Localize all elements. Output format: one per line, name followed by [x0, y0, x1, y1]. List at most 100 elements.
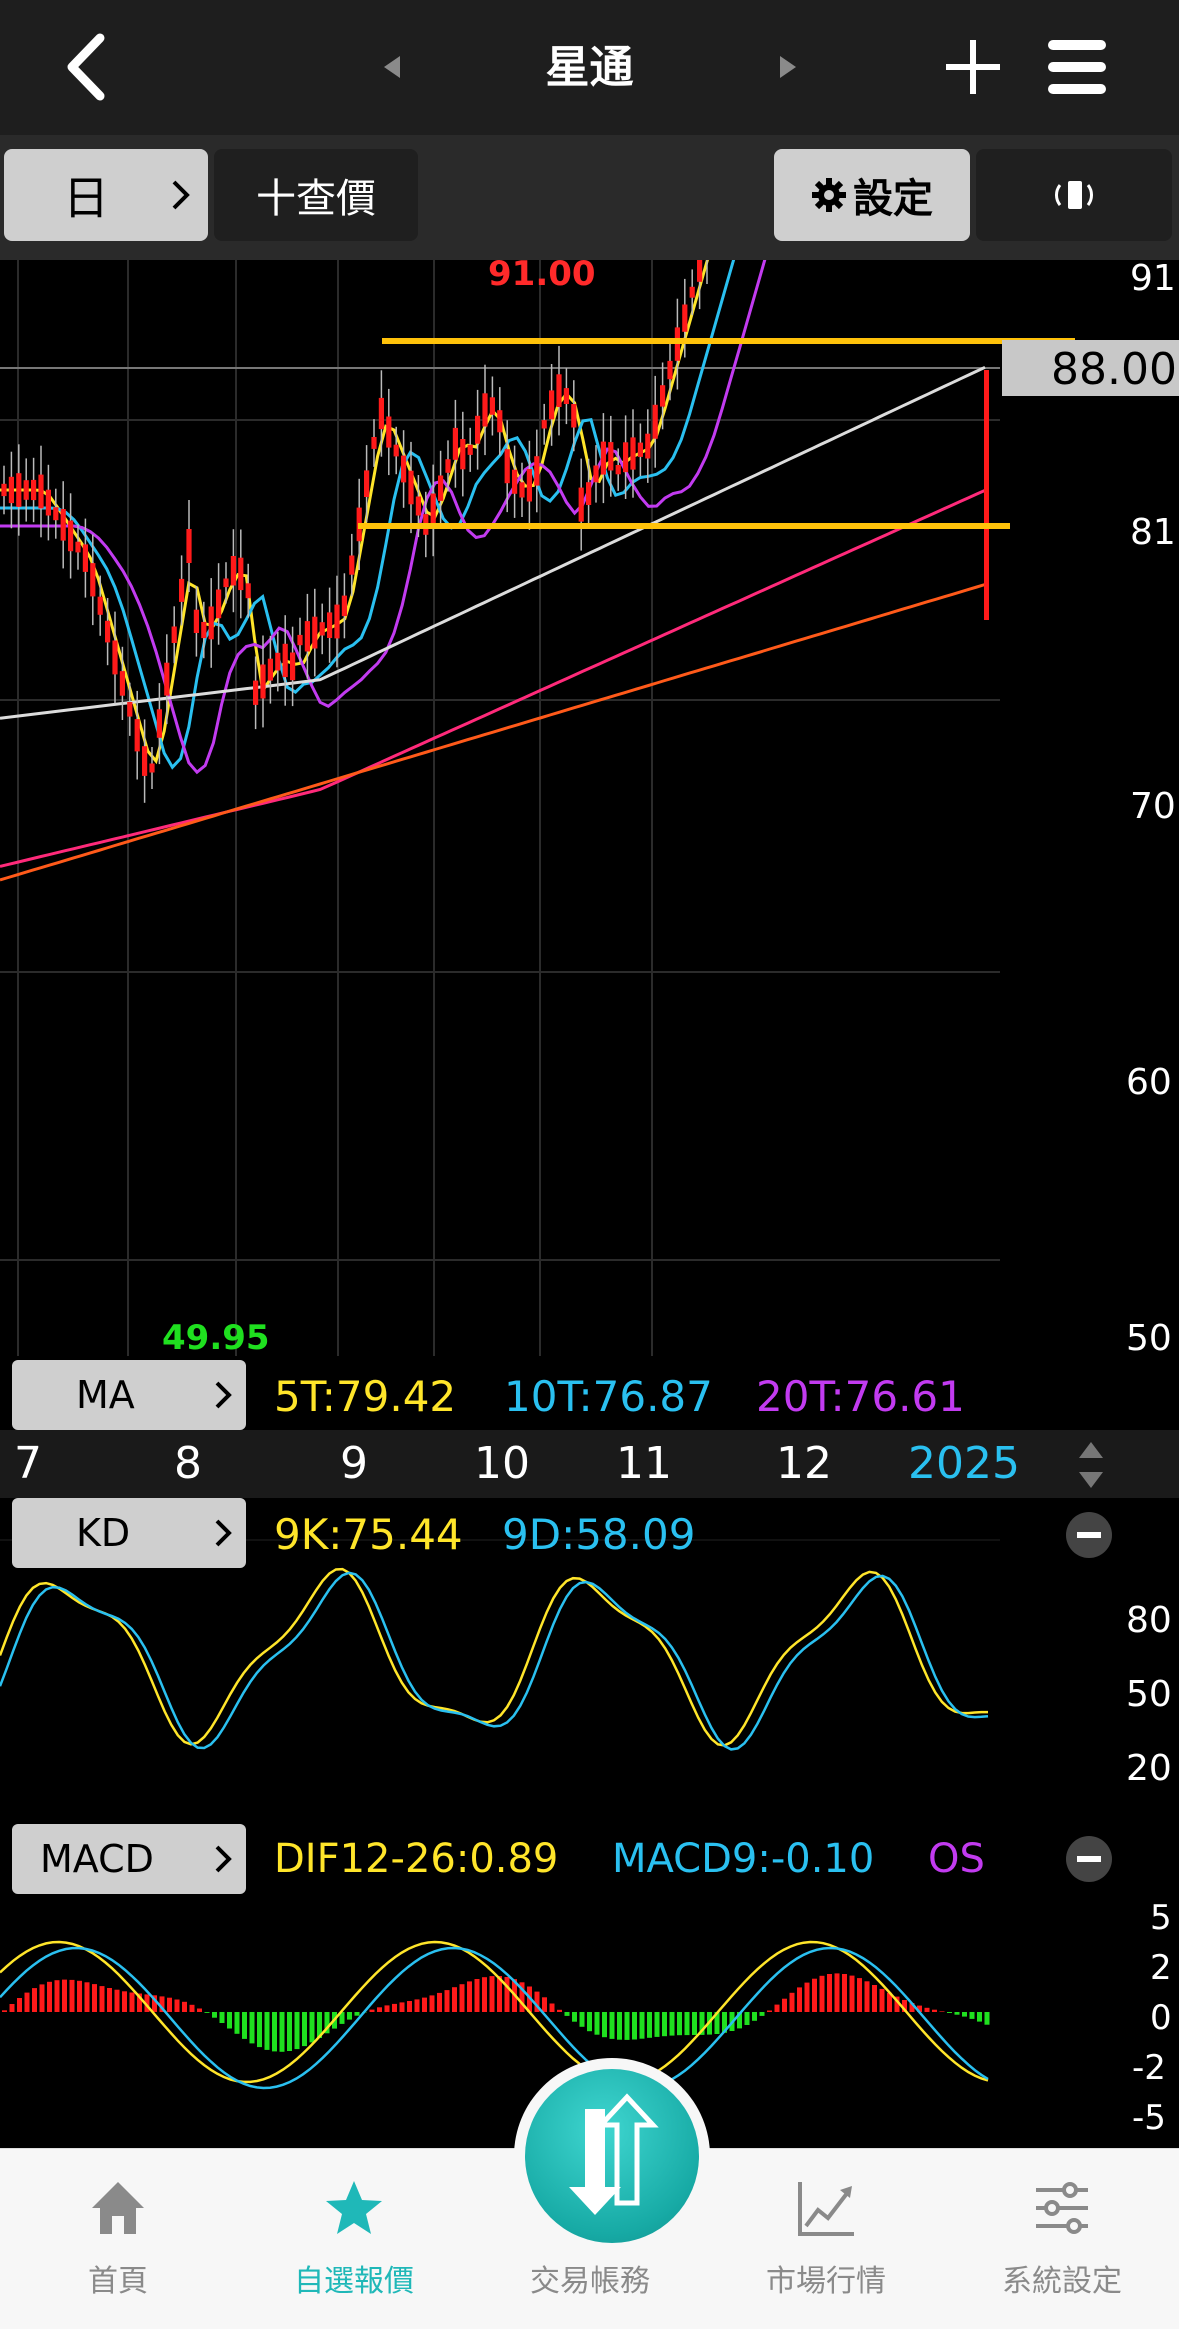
candle-body	[216, 590, 221, 619]
candle-body	[431, 494, 436, 528]
macd-histogram-bar	[955, 2012, 960, 2015]
candle-body	[408, 471, 413, 505]
candle-body	[283, 644, 288, 677]
macd-collapse-button[interactable]	[1066, 1836, 1112, 1882]
updown-arrows-icon	[1076, 1440, 1106, 1490]
candle-body	[653, 405, 658, 439]
macd-histogram-bar	[625, 2012, 630, 2040]
candle-body	[290, 653, 295, 681]
candle-body	[268, 659, 273, 681]
macd-histogram-bar	[2, 2010, 7, 2012]
candle-body	[571, 404, 576, 428]
macd-histogram-bar	[610, 2012, 615, 2039]
add-button[interactable]	[942, 36, 1004, 98]
rotate-button[interactable]	[976, 149, 1172, 241]
menu-button[interactable]	[1046, 36, 1108, 98]
macd-histogram-bar	[970, 2012, 975, 2019]
candle-body	[660, 385, 665, 406]
candle-body	[157, 709, 162, 738]
macd-histogram-bar	[205, 2012, 210, 2013]
tab-market[interactable]: 市場行情	[708, 2148, 944, 2328]
candle-body	[638, 443, 643, 457]
quote-button[interactable]: 十查價	[214, 149, 418, 241]
macd-histogram-bar	[197, 2009, 202, 2013]
k-value: 9K:75.44	[274, 1510, 463, 1559]
candle-body	[223, 579, 228, 588]
macd-histogram-bar	[422, 1998, 427, 2012]
star-icon	[324, 2178, 384, 2238]
tab-watchlist[interactable]: 自選報價	[236, 2148, 472, 2328]
macd-histogram-bar	[872, 1985, 877, 2012]
candle-body	[379, 398, 384, 429]
period-label: 日	[63, 162, 109, 228]
trade-fab-button[interactable]	[525, 2069, 699, 2243]
scroll-handle[interactable]	[1076, 1440, 1106, 1490]
macd-histogram-bar	[662, 2012, 667, 2036]
macd-histogram-bar	[850, 1976, 855, 2012]
tab-settings[interactable]: 系統設定	[944, 2148, 1179, 2328]
tab-label: 系統設定	[944, 2256, 1179, 2300]
macd-histogram-bar	[797, 1987, 802, 2012]
macd-histogram-bar	[385, 2005, 390, 2012]
macd-histogram-bar	[692, 2012, 697, 2035]
d-value: 9D:58.09	[502, 1510, 695, 1559]
macd-histogram-bar	[647, 2012, 652, 2038]
candle-body	[416, 497, 421, 516]
moving-average-lines	[0, 260, 985, 880]
ma-selector[interactable]: MA	[12, 1360, 246, 1430]
tab-home[interactable]: 首頁	[0, 2148, 236, 2328]
next-stock-button[interactable]	[772, 52, 802, 82]
candle-body	[112, 641, 117, 675]
market-chart-icon	[796, 2178, 856, 2238]
macd-histogram-bar	[565, 2012, 570, 2016]
macd-histogram-bar	[805, 1983, 810, 2012]
triangle-right-icon	[772, 52, 802, 82]
candle-body	[482, 393, 487, 426]
time-axis-label: 11	[616, 1438, 672, 1489]
candle-body	[149, 764, 154, 773]
macd-histogram-bar	[655, 2012, 660, 2037]
candle-body	[497, 410, 502, 432]
macd-histogram-bar	[587, 2012, 592, 2031]
macd-histogram-bar	[370, 2010, 375, 2012]
minus-icon	[1066, 1512, 1112, 1558]
macd-histogram-bar	[407, 2001, 412, 2012]
candle-body	[164, 663, 169, 696]
kd-collapse-button[interactable]	[1066, 1512, 1112, 1558]
macd-histogram-bar	[925, 2008, 930, 2012]
candle-body	[616, 465, 621, 474]
macd-selector[interactable]: MACD	[12, 1824, 246, 1894]
kd-selector[interactable]: KD	[12, 1498, 246, 1568]
candle-body	[312, 617, 317, 649]
macd-histogram-bar	[85, 1982, 90, 2012]
candle-body	[490, 397, 495, 415]
time-axis-label: 7	[14, 1438, 42, 1489]
candle-body	[16, 473, 21, 507]
macd-histogram-bar	[842, 1974, 847, 2012]
macd-axis-label: -2	[1132, 2048, 1166, 2088]
candle-body	[453, 428, 458, 460]
price-axis-label: 70	[1130, 786, 1176, 827]
candle-body	[275, 653, 280, 671]
candle-body	[645, 434, 650, 459]
candle-body	[630, 437, 635, 469]
macd-histogram-bar	[550, 2004, 555, 2013]
kd-label: KD	[76, 1511, 130, 1555]
ma-label: MA	[76, 1373, 135, 1417]
macd-histogram-bar	[452, 1987, 457, 2012]
dif-value: DIF12-26:0.89	[274, 1836, 558, 1882]
tab-label: 首頁	[0, 2256, 236, 2300]
macd-histogram-bar	[25, 1993, 30, 2012]
candle-body	[186, 529, 191, 563]
settings-button[interactable]: 設定	[774, 149, 970, 241]
macd-histogram-bar	[92, 1984, 97, 2012]
macd-histogram-bar	[865, 1981, 870, 2012]
macd-histogram-bar	[250, 2012, 255, 2043]
macd9-value: MACD9:-0.10	[612, 1836, 874, 1882]
candle-body	[1, 484, 6, 496]
macd-histogram-bar	[355, 2012, 360, 2016]
macd-histogram-bar	[17, 1998, 22, 2012]
candle-body	[667, 361, 672, 379]
chevron-right-icon	[212, 1843, 234, 1875]
period-selector[interactable]: 日	[4, 149, 208, 241]
